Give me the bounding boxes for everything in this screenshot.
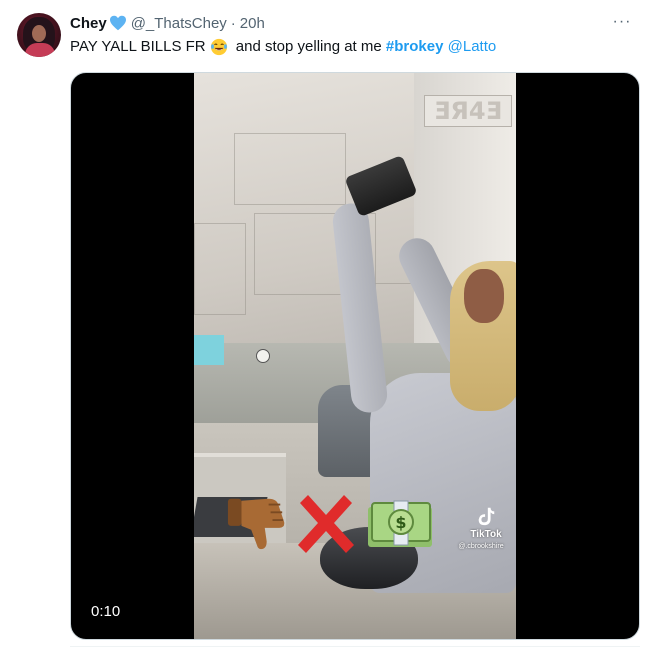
video-duration: 0:10	[91, 603, 121, 620]
ceiling-tile	[234, 133, 346, 205]
hashtag-link[interactable]: #brokey	[386, 36, 444, 58]
blue-heart-icon	[109, 15, 126, 31]
person-face	[464, 269, 504, 323]
separator-dot: ·	[230, 14, 236, 32]
laughing-tears-emoji-icon	[210, 38, 227, 56]
tweet-text-part2: and stop yelling at me	[231, 38, 386, 55]
timestamp[interactable]: 20h	[240, 15, 265, 32]
tiktok-icon	[478, 507, 495, 526]
avatar-face	[32, 25, 46, 42]
tweet-header: Chey @_ThatsChey · 20h	[70, 13, 265, 33]
svg-text:$: $	[395, 513, 406, 532]
video-player[interactable]: ƎЯ4Ǝ $ TikTok @.cbrookshire 0:10	[70, 72, 640, 640]
display-name[interactable]: Chey	[70, 15, 107, 32]
cross-mark-emoji-icon	[298, 495, 354, 553]
ceiling-tile	[194, 223, 246, 315]
tiktok-label: TikTok	[470, 529, 502, 540]
video-frame[interactable]: ƎЯ4Ǝ $ TikTok @.cbrookshire	[194, 73, 516, 639]
thumbs-down-emoji-icon	[227, 498, 285, 550]
tiktok-username: @.cbrookshire	[458, 543, 504, 550]
user-handle[interactable]: @_ThatsChey	[131, 15, 227, 32]
tweet-text-part1: PAY YALL BILLS FR	[70, 38, 206, 55]
avatar-shirt	[25, 43, 55, 57]
divider	[70, 646, 640, 651]
tweet-text: PAY YALL BILLS FR and stop yelling at me…	[70, 36, 496, 58]
window	[194, 335, 224, 365]
wall-clock	[256, 349, 270, 363]
pillar-sign: ƎЯ4Ǝ	[424, 95, 512, 127]
money-with-wings-emoji-icon: $	[368, 500, 432, 547]
avatar[interactable]	[17, 13, 61, 57]
tweet: Chey @_ThatsChey · 20h ··· PAY YALL BILL…	[0, 0, 656, 650]
mention-link[interactable]: @Latto	[448, 36, 497, 58]
more-options-icon[interactable]: ···	[612, 12, 632, 32]
